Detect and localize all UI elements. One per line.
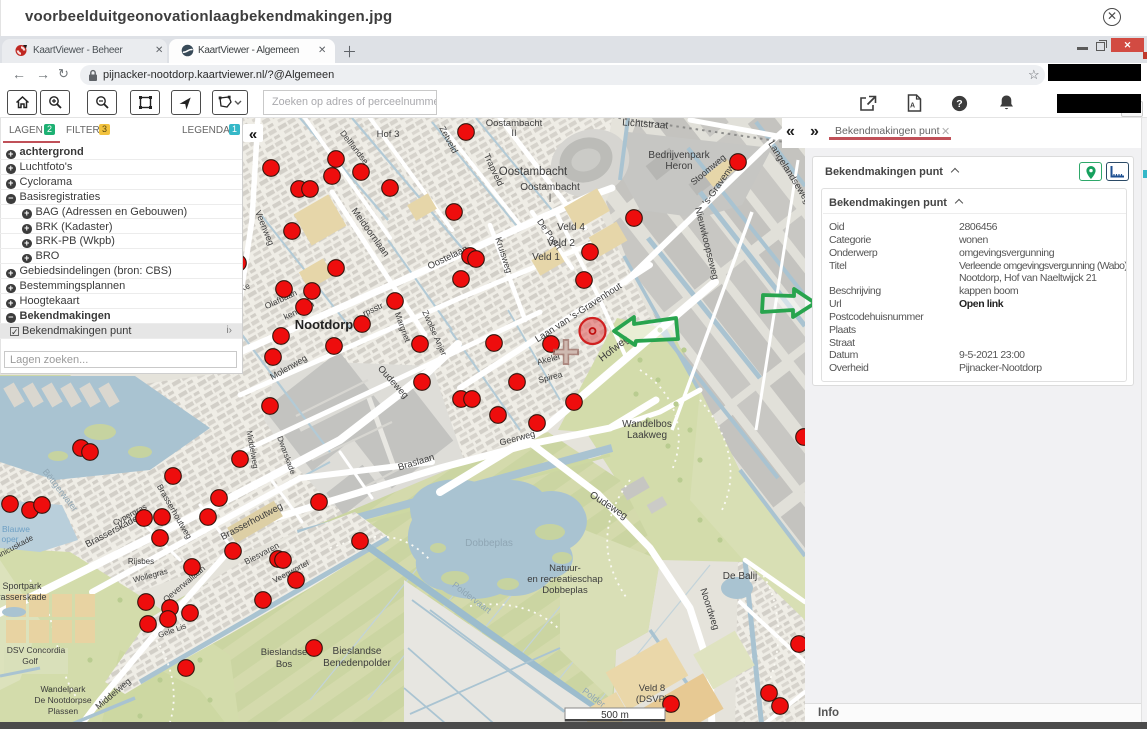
svg-text:Bos: Bos xyxy=(276,659,293,670)
svg-text:500 m: 500 m xyxy=(601,710,629,721)
svg-text:Nootdorp: Nootdorp xyxy=(295,317,354,332)
svg-text:?: ? xyxy=(956,98,962,110)
svg-text:Rijsbes: Rijsbes xyxy=(128,557,154,566)
svg-text:Bieslandse: Bieslandse xyxy=(333,646,382,657)
svg-text:Bedrijvenpark: Bedrijvenpark xyxy=(648,150,710,161)
svg-text:Benedenpolder: Benedenpolder xyxy=(323,658,392,669)
svg-text:Natuur-: Natuur- xyxy=(549,563,581,574)
svg-text:De Balij: De Balij xyxy=(723,571,757,582)
svg-text:Veld 1: Veld 1 xyxy=(532,252,560,263)
svg-text:Bieslandse: Bieslandse xyxy=(261,647,307,658)
svg-text:II: II xyxy=(511,128,516,139)
svg-text:Dobbeplas: Dobbeplas xyxy=(542,585,588,596)
svg-text:Wandelbos: Wandelbos xyxy=(622,419,672,430)
svg-text:Heron: Heron xyxy=(665,161,692,172)
svg-text:Golf: Golf xyxy=(22,656,38,666)
svg-text:Oostambacht: Oostambacht xyxy=(499,166,568,178)
svg-text:A: A xyxy=(910,103,915,110)
svg-text:Hof 3: Hof 3 xyxy=(377,129,400,140)
svg-text:Blauwe: Blauwe xyxy=(2,524,30,534)
svg-text:De Nootdorpse: De Nootdorpse xyxy=(34,695,91,705)
svg-text:Wandelpark: Wandelpark xyxy=(40,684,86,694)
svg-text:en recreatieschap: en recreatieschap xyxy=(527,574,603,585)
svg-text:Plassen: Plassen xyxy=(48,706,79,716)
svg-text:«: « xyxy=(249,126,257,143)
svg-text:|: | xyxy=(549,192,551,202)
svg-text:rasserskade: rasserskade xyxy=(0,592,47,602)
svg-text:Sportpark: Sportpark xyxy=(2,581,42,591)
svg-text:DSV Concordia: DSV Concordia xyxy=(7,645,66,655)
svg-text:Dobbeplas: Dobbeplas xyxy=(465,538,513,549)
svg-text:Laakweg: Laakweg xyxy=(627,430,667,441)
svg-text:Veld 8: Veld 8 xyxy=(639,683,665,694)
svg-text:Veld 4: Veld 4 xyxy=(557,222,585,233)
